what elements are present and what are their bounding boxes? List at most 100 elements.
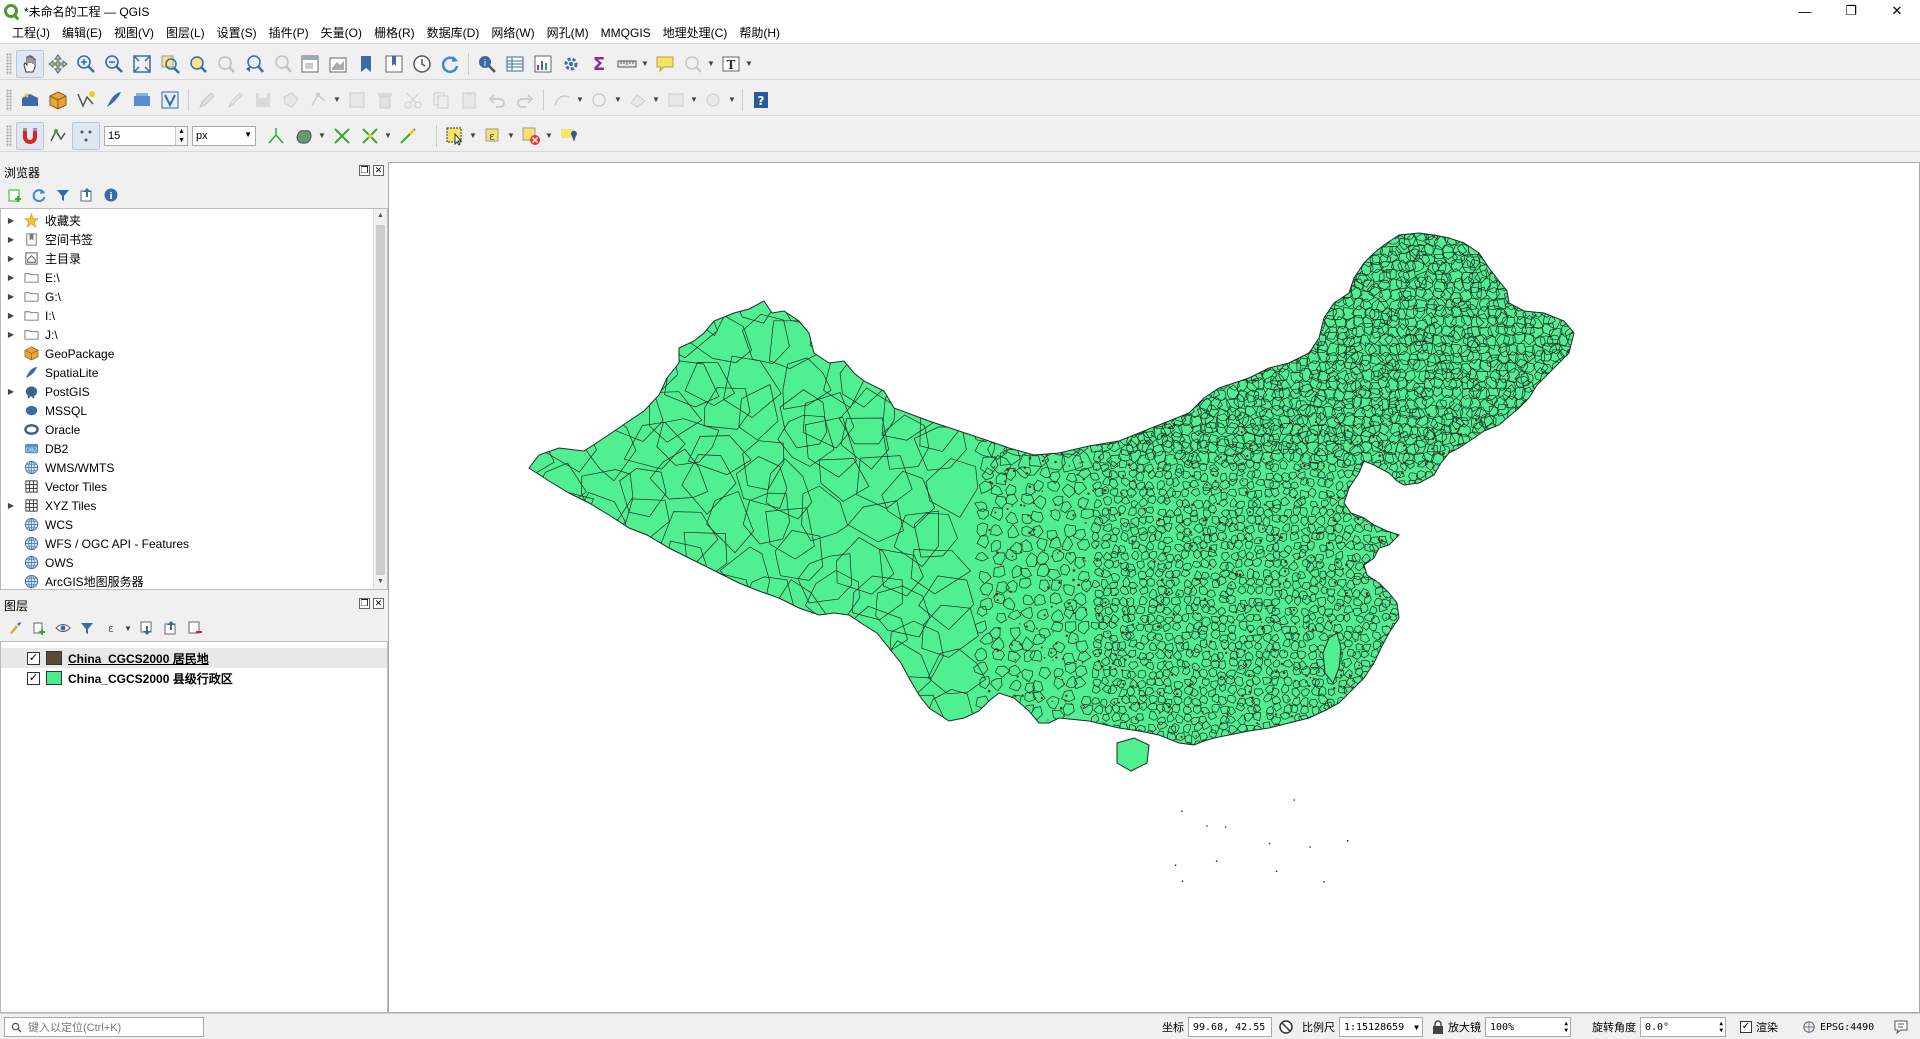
simplify-dropdown-icon[interactable]: ▼ <box>652 95 660 104</box>
rotate-feature-button[interactable] <box>586 86 614 114</box>
undo-button[interactable] <box>483 86 511 114</box>
toolbar-grip[interactable] <box>6 52 12 75</box>
browser-item[interactable]: ▶ I:\ <box>1 306 387 325</box>
coordinate-field[interactable]: 99.68, 42.55 <box>1188 1017 1272 1037</box>
browser-item[interactable]: ▶ PostGIS <box>1 382 387 401</box>
expand-all-button[interactable] <box>136 617 158 639</box>
measure-line-button[interactable] <box>613 50 641 78</box>
filter-legend-button[interactable] <box>76 617 98 639</box>
select-features-button[interactable] <box>441 122 469 150</box>
menu-layer[interactable]: 图层(L) <box>160 24 211 41</box>
expand-arrow-icon[interactable]: ▶ <box>5 216 17 225</box>
menu-raster[interactable]: 栅格(R) <box>368 24 421 41</box>
snap-to-vertex-button[interactable] <box>72 121 100 150</box>
close-button[interactable]: ✕ <box>1874 0 1920 22</box>
close-panel-icon[interactable]: ✕ <box>373 165 384 176</box>
curve-dropdown-icon[interactable]: ▼ <box>576 95 584 104</box>
menu-database[interactable]: 数据库(D) <box>421 24 486 41</box>
menu-mesh[interactable]: 网孔(M) <box>541 24 595 41</box>
snapping-tolerance-spinbox[interactable]: 15 ▲ ▼ <box>104 125 188 146</box>
vertex-dropdown-icon[interactable]: ▼ <box>333 95 341 104</box>
lock-icon[interactable] <box>1432 1020 1444 1034</box>
browser-item[interactable]: Vector Tiles <box>1 477 387 496</box>
deselect-features-button[interactable] <box>517 122 545 150</box>
filter-browser-button[interactable] <box>52 184 74 206</box>
self-snapping-button[interactable] <box>328 122 356 150</box>
reshape-dropdown-icon[interactable]: ▼ <box>728 95 736 104</box>
locator-search-input[interactable]: 键入以定位(Ctrl+K) <box>4 1017 204 1037</box>
browser-item[interactable]: DB2 DB2 <box>1 439 387 458</box>
refresh-browser-button[interactable] <box>28 184 50 206</box>
expression-filter-dropdown-icon[interactable]: ▼ <box>124 624 132 633</box>
layer-visibility-checkbox[interactable]: ✓ <box>27 671 40 685</box>
zoom-next-button[interactable] <box>268 50 296 78</box>
collapse-all-button[interactable] <box>76 184 98 206</box>
tracing-button[interactable] <box>356 122 384 150</box>
render-checkbox[interactable]: ✓ <box>1740 1021 1752 1033</box>
browser-item[interactable]: WCS <box>1 515 387 534</box>
delete-selected-button[interactable] <box>371 86 399 114</box>
intersection-dropdown-icon[interactable]: ▼ <box>318 131 326 140</box>
style-layer-button[interactable] <box>4 617 26 639</box>
new-shapefile-layer-button[interactable] <box>72 86 100 114</box>
zoom-out-button[interactable] <box>100 50 128 78</box>
menu-project[interactable]: 工程(J) <box>6 24 56 41</box>
select-by-expression-button[interactable]: ε <box>479 122 507 150</box>
enable-snapping-button[interactable] <box>16 121 44 150</box>
annotation-dropdown-icon[interactable]: ▼ <box>745 59 753 68</box>
zoom-to-layer-button[interactable] <box>184 50 212 78</box>
rotate-dropdown-icon[interactable]: ▼ <box>614 95 622 104</box>
copy-features-button[interactable] <box>427 86 455 114</box>
data-source-manager-button[interactable] <box>16 86 44 114</box>
identify-features-button[interactable]: i <box>473 50 501 78</box>
scale-combo[interactable]: 1:15128659 ▼ <box>1339 1017 1423 1037</box>
add-group-button[interactable] <box>28 617 50 639</box>
menu-web[interactable]: 网络(W) <box>485 24 540 41</box>
new-geopackage-layer-button[interactable] <box>44 86 72 114</box>
attribute-table-button[interactable] <box>501 50 529 78</box>
processing-toolbox-button[interactable] <box>557 50 585 78</box>
browser-item[interactable]: SpatiaLite <box>1 363 387 382</box>
scroll-down-icon[interactable]: ▼ <box>374 575 387 589</box>
temporal-controller-button[interactable] <box>408 50 436 78</box>
zoom-in-button[interactable] <box>72 50 100 78</box>
float-panel-icon[interactable]: ❐ <box>359 165 370 176</box>
expand-arrow-icon[interactable]: ▶ <box>5 254 17 263</box>
browser-item[interactable]: ▶ 收藏夹 <box>1 211 387 230</box>
minimize-button[interactable]: — <box>1782 0 1828 22</box>
menu-settings[interactable]: 设置(S) <box>211 24 263 41</box>
browser-item[interactable]: Oracle <box>1 420 387 439</box>
browser-item[interactable]: GeoPackage <box>1 344 387 363</box>
layer-visibility-checkbox[interactable]: ✓ <box>27 651 40 665</box>
new-bookmark-button[interactable] <box>352 50 380 78</box>
topological-editing-button[interactable] <box>262 122 290 150</box>
zoom-native-button[interactable] <box>212 50 240 78</box>
layer-symbol-swatch[interactable] <box>46 671 62 685</box>
maximize-button[interactable]: ❐ <box>1828 0 1874 22</box>
toolbar-grip[interactable] <box>6 88 12 111</box>
browser-item[interactable]: WFS / OGC API - Features <box>1 534 387 553</box>
new-3d-view-button[interactable] <box>324 50 352 78</box>
modify-attributes-button[interactable] <box>343 86 371 114</box>
add-selected-layers-button[interactable] <box>4 184 26 206</box>
cut-features-button[interactable] <box>399 86 427 114</box>
menu-plugins[interactable]: 插件(P) <box>263 24 315 41</box>
locator-button[interactable] <box>679 50 707 78</box>
menu-mmqgis[interactable]: MMQGIS <box>595 26 657 40</box>
new-virtual-layer-button[interactable] <box>128 86 156 114</box>
spin-arrows-icon[interactable]: ▲ ▼ <box>175 126 187 145</box>
select-by-location-button[interactable] <box>555 122 583 150</box>
float-panel-icon[interactable]: ❐ <box>359 598 370 609</box>
new-spatialite-layer-button[interactable] <box>100 86 128 114</box>
statistics-button[interactable] <box>529 50 557 78</box>
paste-features-button[interactable] <box>455 86 483 114</box>
spin-arrows-icon[interactable]: ▲ ▼ <box>1564 1020 1568 1034</box>
expand-arrow-icon[interactable]: ▶ <box>5 501 17 510</box>
browser-item[interactable]: ▶ J:\ <box>1 325 387 344</box>
scroll-thumb[interactable] <box>376 225 385 575</box>
advanced-digitizing-button[interactable] <box>394 122 422 150</box>
browser-item[interactable]: OWS <box>1 553 387 572</box>
expand-arrow-icon[interactable]: ▶ <box>5 311 17 320</box>
map-canvas[interactable] <box>388 162 1920 1013</box>
remove-layer-button[interactable] <box>184 617 206 639</box>
